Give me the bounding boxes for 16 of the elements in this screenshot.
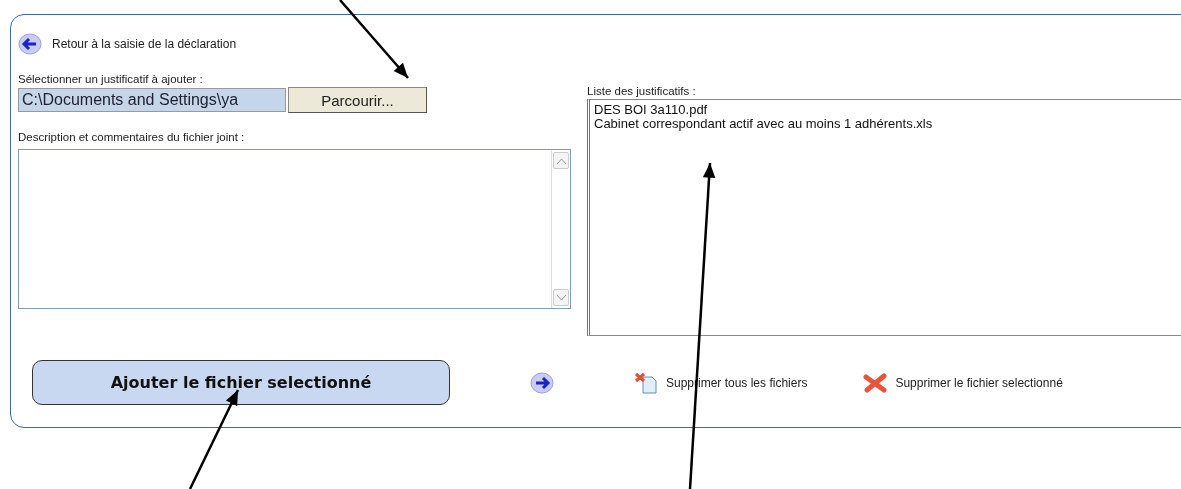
delete-icon — [863, 372, 888, 393]
field-label: Sélectionner un justificatif à ajouter : — [18, 73, 204, 85]
delete-files-icon — [634, 371, 658, 394]
list-label: Liste des justificatifs : — [587, 85, 697, 97]
scroll-up-icon[interactable] — [556, 157, 566, 164]
field-label: Description et commentaires du fichier joint : — [18, 131, 246, 143]
file-path-field[interactable]: C:\Documents and Settings\ya — [18, 88, 286, 112]
list-item[interactable]: Cabinet correspondant actif avec au moins 1 adhérents.xls — [594, 117, 1181, 131]
list-item[interactable]: DES BOI 3a110.pdf — [594, 103, 1181, 117]
scroll-down-icon[interactable] — [556, 294, 566, 301]
add-file-button[interactable]: Ajouter le fichier selectionné — [32, 360, 450, 405]
description-field[interactable] — [18, 149, 571, 309]
back-link[interactable]: Retour à la saisie de la déclaration — [18, 33, 237, 55]
scrollbar[interactable] — [551, 150, 570, 308]
delete-link[interactable]: Supprimer le fichier selectionné — [863, 372, 1063, 393]
browse-button[interactable]: Parcourir... — [288, 87, 427, 113]
